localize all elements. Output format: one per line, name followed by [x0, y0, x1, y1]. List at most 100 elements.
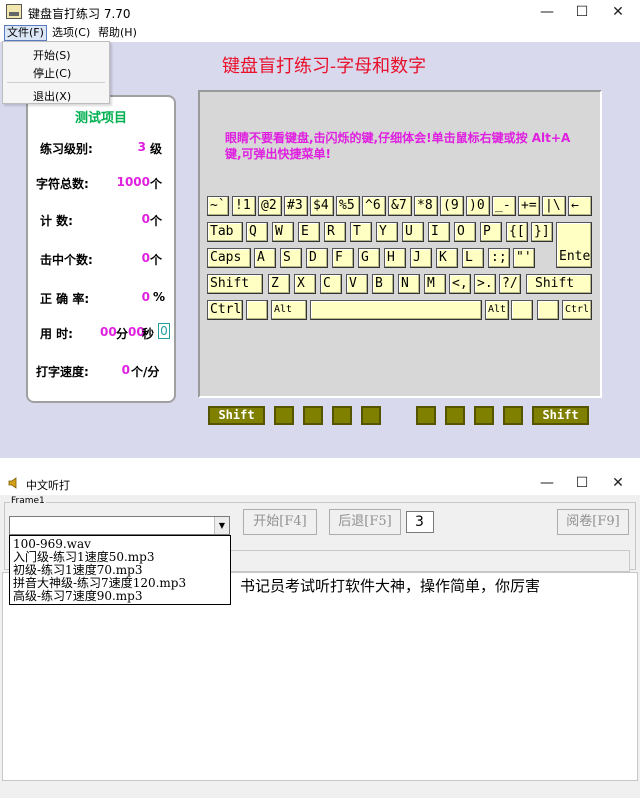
menu-item-start[interactable]: 开始(S): [33, 47, 71, 63]
key-right-win: [511, 300, 533, 320]
key-right-ctrl: Ctrl: [562, 300, 592, 320]
key-a: A: [254, 248, 276, 268]
key-3: #3: [284, 196, 308, 216]
key-menu: [537, 300, 559, 320]
finger-left-pinky: [274, 406, 294, 425]
level-value: 3: [137, 140, 146, 154]
key-y: Y: [376, 222, 398, 242]
key-c: C: [320, 274, 342, 294]
key-4: $4: [310, 196, 334, 216]
number-field[interactable]: 3: [406, 511, 434, 533]
speed-unit: 个/分: [131, 365, 160, 379]
key-minus: _-: [492, 196, 516, 216]
time-minutes: 00: [100, 325, 117, 339]
key-w: W: [272, 222, 294, 242]
key-6: ^6: [362, 196, 386, 216]
close-button-2[interactable]: ✕: [603, 472, 633, 494]
speed-value: 0: [121, 363, 130, 377]
key-left-win: [246, 300, 268, 320]
menu-options[interactable]: 选项(C): [50, 25, 92, 41]
accuracy-label: 正 确 率:: [40, 292, 90, 306]
key-o: O: [454, 222, 476, 242]
dictation-text: 书记员考试听打软件大神，操作简单，你厉害: [240, 577, 541, 595]
list-item[interactable]: 高级-练习7速度90.mp3: [13, 590, 142, 603]
key-f: F: [332, 248, 354, 268]
key-left-shift: Shift: [207, 274, 263, 294]
total-unit: 个: [150, 177, 163, 191]
key-p: P: [480, 222, 502, 242]
window-gap: [0, 458, 640, 471]
minimize-button-2[interactable]: —: [532, 472, 562, 494]
close-button[interactable]: ✕: [603, 1, 633, 23]
key-k: K: [436, 248, 458, 268]
key-comma: <,: [449, 274, 471, 294]
menu-help[interactable]: 帮助(H): [96, 25, 139, 41]
finger-right-index: [416, 406, 436, 425]
menu-item-exit[interactable]: 退出(X): [33, 88, 71, 104]
key-d: D: [306, 248, 328, 268]
key-period: >.: [474, 274, 496, 294]
speaker-icon: [8, 477, 17, 489]
finger-left-middle: [332, 406, 352, 425]
menu-file[interactable]: 文件(F): [4, 25, 47, 41]
page-title: 键盘盲打练习-字母和数字: [222, 56, 427, 77]
menu-separator: [7, 82, 105, 83]
accuracy-value: 0: [141, 290, 150, 304]
audio-file-select[interactable]: ▼: [9, 516, 230, 535]
key-left-ctrl: Ctrl: [207, 300, 243, 320]
key-2: @2: [258, 196, 282, 216]
typing-practice-window: 键盘盲打练习 7.70 — ☐ ✕ 文件(F) 选项(C) 帮助(H) 键盘盲打…: [0, 0, 640, 458]
accuracy-unit: %: [153, 290, 166, 304]
minimize-button[interactable]: —: [532, 1, 562, 23]
key-j: J: [410, 248, 432, 268]
key-0: )0: [466, 196, 490, 216]
finger-right-pinky: [503, 406, 523, 425]
key-right-alt: Alt: [485, 300, 509, 320]
menu-item-stop[interactable]: 停止(C): [33, 65, 71, 81]
dictation-window: 中文听打 — ☐ ✕ Frame1 ▼ 开始[F4] 后退[F5] 3 阅卷[F…: [0, 471, 640, 798]
key-1: !1: [232, 196, 256, 216]
count-value: 0: [141, 212, 150, 226]
finger-right-ring: [474, 406, 494, 425]
chevron-down-icon[interactable]: ▼: [214, 517, 229, 534]
start-button[interactable]: 开始[F4]: [243, 509, 317, 535]
status-strip: [0, 781, 640, 798]
key-7: &7: [388, 196, 412, 216]
key-i: I: [428, 222, 450, 242]
time-minutes-unit: 分: [116, 327, 129, 341]
menu-bar: 文件(F) 选项(C) 帮助(H): [0, 24, 640, 42]
level-unit: 级: [150, 142, 163, 156]
key-b: B: [372, 274, 394, 294]
key-n: N: [398, 274, 420, 294]
time-indicator-box: 0: [158, 323, 170, 339]
key-tab: Tab: [207, 222, 243, 242]
hit-label: 击中个数:: [40, 253, 93, 267]
key-slash: ?/: [499, 274, 521, 294]
key-l: L: [462, 248, 484, 268]
key-5: %5: [336, 196, 360, 216]
total-value: 1000: [116, 175, 150, 189]
time-label: 用 时:: [40, 327, 73, 341]
key-e: E: [298, 222, 320, 242]
secondary-bar: [230, 550, 630, 572]
key-s: S: [280, 248, 302, 268]
key-backspace: ←: [568, 196, 592, 216]
title-bar-2: 中文听打 — ☐ ✕: [0, 471, 640, 495]
window-title: 键盘盲打练习 7.70: [28, 7, 131, 21]
maximize-button-2[interactable]: ☐: [567, 472, 597, 494]
stats-panel: 测试项目 练习级别: 3 级 字符总数: 1000 个 计 数: 0 个 击中个…: [26, 95, 176, 403]
finger-left-index: [361, 406, 381, 425]
review-button[interactable]: 阅卷[F9]: [557, 509, 629, 535]
finger-right-middle: [445, 406, 465, 425]
count-label: 计 数:: [40, 214, 73, 228]
key-backtick: ~`: [207, 196, 229, 216]
maximize-button[interactable]: ☐: [567, 1, 597, 23]
key-quote: "': [513, 248, 535, 268]
level-label: 练习级别:: [40, 142, 93, 156]
back-button[interactable]: 后退[F5]: [329, 509, 401, 535]
key-v: V: [346, 274, 368, 294]
key-u: U: [402, 222, 424, 242]
file-dropdown-menu: 开始(S) 停止(C) 退出(X): [2, 41, 110, 104]
hit-unit: 个: [150, 253, 163, 267]
key-caps: Caps: [207, 248, 251, 268]
